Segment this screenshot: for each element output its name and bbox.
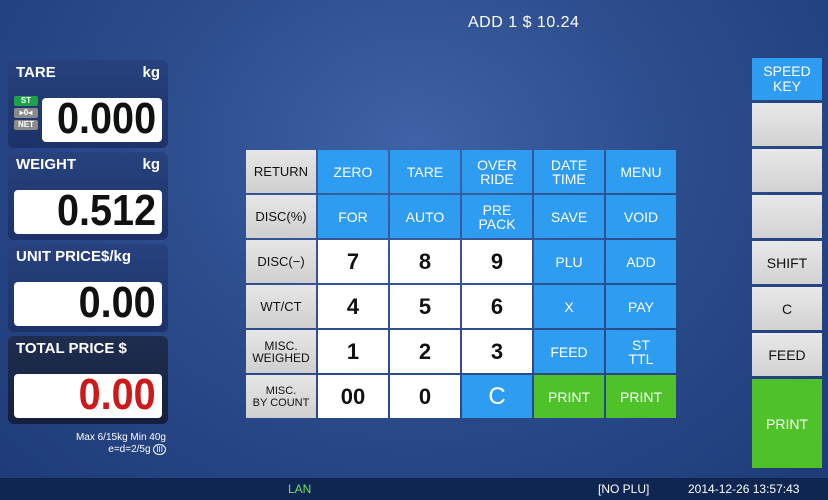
shift-button[interactable]: SHIFT: [752, 241, 822, 284]
disc-minus-key[interactable]: DISC(−): [246, 240, 316, 283]
capacity-line1: Max 6/15kg Min 40g: [75, 432, 166, 443]
menu-key[interactable]: MENU: [606, 150, 676, 193]
unit-price-display: 0.00: [14, 278, 162, 327]
weight-unit: kg: [142, 156, 160, 173]
zero-indicator: ▸0◂: [14, 108, 38, 118]
digit-00-key[interactable]: 00: [318, 375, 388, 418]
feed-button[interactable]: FEED: [752, 333, 822, 376]
multiply-key[interactable]: X: [534, 285, 604, 328]
speed-key-slot-3[interactable]: [752, 195, 822, 238]
print-button[interactable]: PRINT: [752, 379, 822, 468]
capacity-line2: e=d=2/5g III: [24, 444, 166, 456]
tare-display: 0.000: [42, 94, 162, 143]
print-key[interactable]: PRINT: [534, 375, 604, 418]
speed-key-slot-2[interactable]: [752, 149, 822, 192]
stable-indicator: ST: [14, 96, 38, 106]
capacity-info: Max 6/15kg Min 40g e=d=2/5g III: [24, 432, 166, 456]
tare-panel: TARE kg ST ▸0◂ NET 0.000: [8, 60, 168, 148]
prepack-key[interactable]: PRE PACK: [462, 195, 532, 238]
add-key[interactable]: ADD: [606, 240, 676, 283]
total-price-display: 0.00: [14, 370, 162, 419]
date-time-key[interactable]: DATE TIME: [534, 150, 604, 193]
digit-6-key[interactable]: 6: [462, 285, 532, 328]
override-key[interactable]: OVER RIDE: [462, 150, 532, 193]
zero-key[interactable]: ZERO: [318, 150, 388, 193]
tare-unit: kg: [142, 64, 160, 81]
for-key[interactable]: FOR: [318, 195, 388, 238]
status-bar: LAN [NO PLU] 2014-12-26 13:57:43: [0, 478, 828, 500]
digit-8-key[interactable]: 8: [390, 240, 460, 283]
wt-ct-key[interactable]: WT/CT: [246, 285, 316, 328]
void-key[interactable]: VOID: [606, 195, 676, 238]
save-key[interactable]: SAVE: [534, 195, 604, 238]
misc-weighed-key[interactable]: MISC. WEIGHED: [246, 330, 316, 373]
clear-key[interactable]: C: [462, 375, 532, 418]
digit-0-key[interactable]: 0: [390, 375, 460, 418]
return-key[interactable]: RETURN: [246, 150, 316, 193]
misc-by-count-key[interactable]: MISC. BY COUNT: [246, 375, 316, 418]
weight-display: 0.512: [14, 186, 162, 235]
total-price-label: TOTAL PRICE $: [16, 340, 127, 357]
speed-key-button[interactable]: SPEED KEY: [752, 58, 822, 100]
top-bar: ADD 1 $ 10.24: [0, 0, 828, 46]
tare-label: TARE: [16, 64, 56, 81]
network-status: LAN: [288, 482, 312, 496]
transaction-message: ADD 1 $ 10.24: [468, 14, 580, 31]
datetime: 2014-12-26 13:57:43: [688, 482, 800, 496]
total-price-value: 0.00: [78, 370, 156, 419]
digit-7-key[interactable]: 7: [318, 240, 388, 283]
digit-1-key[interactable]: 1: [318, 330, 388, 373]
total-price-panel: TOTAL PRICE $ 0.00: [8, 336, 168, 424]
plu-status: [NO PLU]: [598, 482, 650, 496]
weight-panel: WEIGHT kg 0.512: [8, 152, 168, 240]
unit-price-panel: UNIT PRICE$/kg 0.00: [8, 244, 168, 332]
c-button[interactable]: C: [752, 287, 822, 330]
plu-key[interactable]: PLU: [534, 240, 604, 283]
keypad: RETURN ZERO TARE OVER RIDE DATE TIME MEN…: [246, 150, 676, 422]
subtotal-key[interactable]: ST TTL: [606, 330, 676, 373]
tare-key[interactable]: TARE: [390, 150, 460, 193]
digit-3-key[interactable]: 3: [462, 330, 532, 373]
auto-key[interactable]: AUTO: [390, 195, 460, 238]
disc-percent-key[interactable]: DISC(%): [246, 195, 316, 238]
digit-5-key[interactable]: 5: [390, 285, 460, 328]
feed-key[interactable]: FEED: [534, 330, 604, 373]
net-indicator: NET: [14, 120, 38, 130]
accuracy-class-icon: III: [153, 444, 166, 455]
pay-key[interactable]: PAY: [606, 285, 676, 328]
unit-price-value: 0.00: [78, 278, 156, 327]
tare-value: 0.000: [56, 94, 156, 143]
weight-value: 0.512: [56, 186, 156, 235]
print-key-2[interactable]: PRINT: [606, 375, 676, 418]
weight-label: WEIGHT: [16, 156, 76, 173]
digit-9-key[interactable]: 9: [462, 240, 532, 283]
digit-2-key[interactable]: 2: [390, 330, 460, 373]
unit-price-label: UNIT PRICE$/kg: [16, 248, 132, 265]
speed-key-slot-1[interactable]: [752, 103, 822, 146]
digit-4-key[interactable]: 4: [318, 285, 388, 328]
